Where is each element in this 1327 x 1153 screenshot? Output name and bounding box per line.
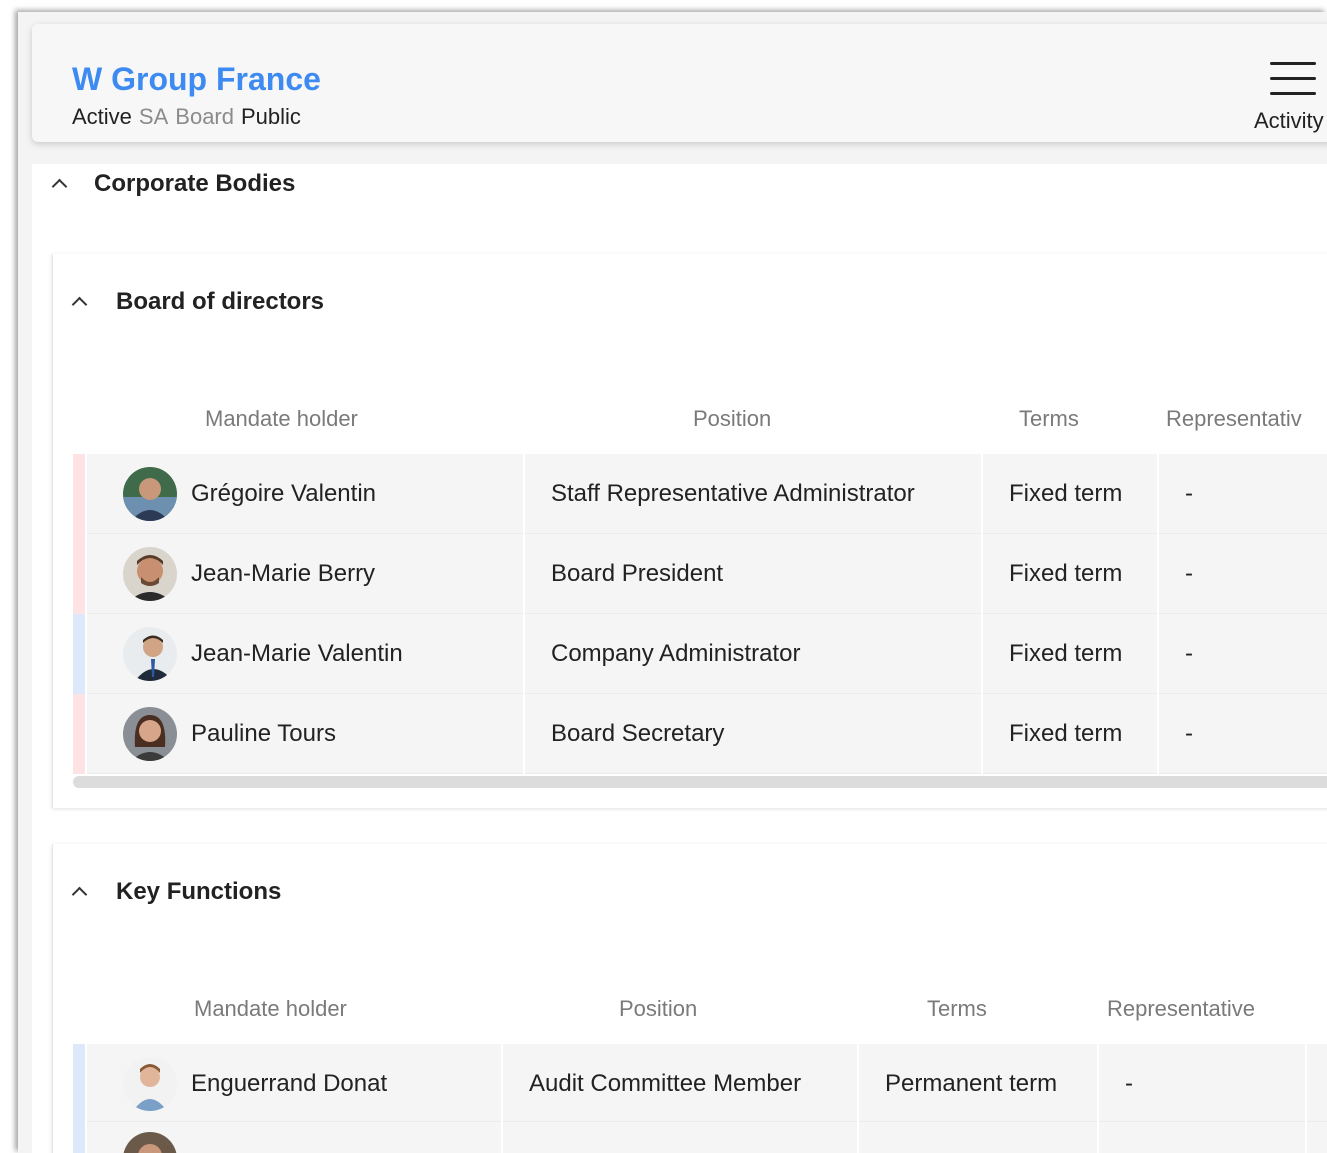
row-accent bbox=[73, 454, 85, 534]
representative-text: - bbox=[1185, 480, 1193, 507]
mandate-holder-name: Grégoire Valentin bbox=[191, 480, 376, 507]
row-accent bbox=[73, 1122, 85, 1153]
column-header-terms[interactable]: Terms bbox=[927, 996, 987, 1022]
mandate-holder-cell: Grégoire Valentin bbox=[85, 454, 523, 534]
row-accent bbox=[73, 534, 85, 614]
table-row[interactable]: Enguerrand Donat Audit Committee Member … bbox=[73, 1044, 1327, 1124]
representative-text: - bbox=[1185, 640, 1193, 667]
position-text: Audit Committee Member bbox=[529, 1070, 802, 1097]
mandate-holder-cell: Jean-Marie Berry bbox=[85, 534, 523, 614]
app-frame: W Group France Active SA Board Public Activ… bbox=[18, 12, 1327, 1153]
corporate-bodies-panel: Corporate Bodies Board of directors Mand… bbox=[32, 164, 1327, 1153]
terms-text: Fixed term bbox=[1009, 560, 1123, 587]
representative-cell: - bbox=[1157, 614, 1327, 694]
terms-cell bbox=[857, 1122, 1097, 1153]
key-functions-toggle[interactable]: Key Functions bbox=[70, 878, 281, 906]
terms-text: Fixed term bbox=[1009, 640, 1123, 667]
position-text: Staff Representative Administrator bbox=[551, 480, 915, 507]
column-header-representative[interactable]: Representativ bbox=[1166, 406, 1302, 432]
chevron-up-icon bbox=[50, 174, 70, 194]
terms-cell: Fixed term bbox=[981, 694, 1157, 774]
column-header-position[interactable]: Position bbox=[693, 406, 771, 432]
chevron-up-icon bbox=[70, 292, 90, 312]
position-text: Board President bbox=[551, 560, 724, 587]
key-functions-card: Key Functions Mandate holder Position Te… bbox=[52, 844, 1327, 1153]
representative-cell bbox=[1097, 1122, 1305, 1153]
board-of-directors-title: Board of directors bbox=[116, 288, 325, 315]
position-text: Company Administrator bbox=[551, 640, 801, 667]
extra-cell bbox=[1305, 1044, 1327, 1124]
position-cell: Company Administrator bbox=[523, 614, 981, 694]
legal-form-tag: SA bbox=[138, 104, 169, 129]
column-header-position[interactable]: Position bbox=[619, 996, 697, 1022]
column-header-terms[interactable]: Terms bbox=[1019, 406, 1079, 432]
representative-text: - bbox=[1185, 720, 1193, 747]
horizontal-scrollbar[interactable] bbox=[73, 776, 1327, 788]
terms-text: Fixed term bbox=[1009, 720, 1123, 747]
mandate-holder-name: Enguerrand Donat bbox=[191, 1070, 388, 1097]
mandate-holder-name: Jean-Marie Valentin bbox=[191, 640, 403, 667]
mandate-holder-cell: Enguerrand Donat bbox=[85, 1044, 501, 1124]
activity-button[interactable]: Activity bbox=[1238, 60, 1327, 140]
table-row[interactable] bbox=[73, 1122, 1327, 1153]
representative-cell: - bbox=[1157, 534, 1327, 614]
representative-cell: - bbox=[1097, 1044, 1305, 1124]
position-cell: Staff Representative Administrator bbox=[523, 454, 981, 534]
key-functions-title: Key Functions bbox=[116, 878, 282, 905]
representative-text: - bbox=[1125, 1070, 1133, 1097]
chevron-up-icon bbox=[70, 882, 90, 902]
avatar bbox=[123, 1057, 177, 1111]
row-accent bbox=[73, 1044, 85, 1124]
avatar bbox=[123, 707, 177, 761]
column-header-mandate-holder[interactable]: Mandate holder bbox=[194, 996, 347, 1022]
row-accent bbox=[73, 614, 85, 694]
position-cell: Board Secretary bbox=[523, 694, 981, 774]
terms-cell: Fixed term bbox=[981, 454, 1157, 534]
menu-icon bbox=[1270, 60, 1316, 96]
extra-cell bbox=[1305, 1122, 1327, 1153]
position-cell: Board President bbox=[523, 534, 981, 614]
avatar bbox=[123, 1132, 177, 1153]
company-name: W Group France bbox=[72, 61, 321, 97]
board-of-directors-toggle[interactable]: Board of directors bbox=[70, 288, 324, 316]
table-row[interactable]: Jean-Marie Valentin Company Administrato… bbox=[73, 614, 1327, 694]
column-header-representative[interactable]: Representative bbox=[1107, 996, 1255, 1022]
position-cell bbox=[501, 1122, 857, 1153]
corporate-bodies-toggle[interactable]: Corporate Bodies bbox=[50, 170, 295, 198]
avatar bbox=[123, 627, 177, 681]
terms-text: Permanent term bbox=[885, 1070, 1058, 1097]
representative-text: - bbox=[1185, 560, 1193, 587]
company-tags: Active SA Board Public bbox=[72, 104, 301, 130]
terms-text: Fixed term bbox=[1009, 480, 1123, 507]
board-of-directors-card: Board of directors Mandate holder Positi… bbox=[52, 254, 1327, 808]
governance-tag: Board bbox=[175, 104, 234, 129]
avatar bbox=[123, 547, 177, 601]
listing-tag: Public bbox=[241, 104, 301, 129]
table-row[interactable]: Jean-Marie Berry Board President Fixed t… bbox=[73, 534, 1327, 614]
representative-cell: - bbox=[1157, 694, 1327, 774]
corporate-bodies-title: Corporate Bodies bbox=[94, 170, 296, 197]
status-tag: Active bbox=[72, 104, 132, 129]
table-row[interactable]: Pauline Tours Board Secretary Fixed term… bbox=[73, 694, 1327, 774]
terms-cell: Permanent term bbox=[857, 1044, 1097, 1124]
representative-cell: - bbox=[1157, 454, 1327, 534]
avatar bbox=[123, 467, 177, 521]
position-text: Board Secretary bbox=[551, 720, 725, 747]
mandate-holder-cell: Jean-Marie Valentin bbox=[85, 614, 523, 694]
mandate-holder-name: Pauline Tours bbox=[191, 720, 336, 747]
activity-label: Activity bbox=[1254, 108, 1324, 133]
mandate-holder-cell bbox=[85, 1122, 501, 1153]
terms-cell: Fixed term bbox=[981, 614, 1157, 694]
position-cell: Audit Committee Member bbox=[501, 1044, 857, 1124]
mandate-holder-name: Jean-Marie Berry bbox=[191, 560, 376, 587]
terms-cell: Fixed term bbox=[981, 534, 1157, 614]
row-accent bbox=[73, 694, 85, 774]
table-row[interactable]: Grégoire Valentin Staff Representative A… bbox=[73, 454, 1327, 534]
column-header-mandate-holder[interactable]: Mandate holder bbox=[205, 406, 358, 432]
mandate-holder-cell: Pauline Tours bbox=[85, 694, 523, 774]
company-header: W Group France Active SA Board Public Activ… bbox=[32, 24, 1327, 142]
